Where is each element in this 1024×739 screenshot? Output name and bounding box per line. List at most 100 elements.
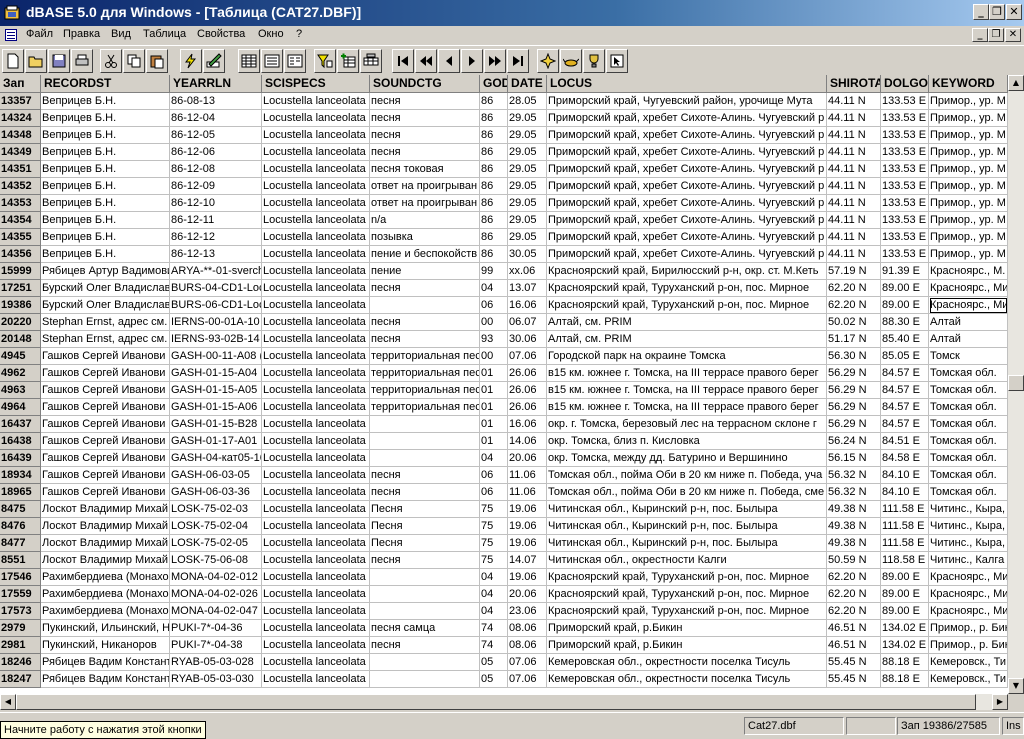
cell-soundctg[interactable]: Песня [370, 518, 480, 535]
cell-dolgot[interactable]: 88.18 E [881, 671, 929, 688]
cell-recordst[interactable]: Пукинский, Никаноров [41, 637, 170, 654]
cell-shirota[interactable]: 44.11 N [827, 212, 881, 229]
cell-god[interactable]: 00 [480, 314, 508, 331]
table-row[interactable]: 14351 Веприцев Б.Н. 86-12-08 Locustella lan… [0, 161, 1008, 178]
table-row[interactable]: 4962 Гашков Сергей Иванови GASH-01-15-A04 L… [0, 365, 1008, 382]
table-row[interactable]: 4964 Гашков Сергей Иванови GASH-01-15-A06 L… [0, 399, 1008, 416]
cell-yearrln[interactable]: GASH-00-11-A08 ( [170, 348, 262, 365]
cell-soundctg[interactable]: песня [370, 467, 480, 484]
new-button[interactable] [2, 49, 24, 73]
cell-god[interactable]: 06 [480, 467, 508, 484]
table-row[interactable]: 8551 Лоскот Владимир Михай LOSK-75-06-08 Lo… [0, 552, 1008, 569]
cell-date[interactable]: 07.06 [508, 654, 547, 671]
cell-keyword[interactable]: Читинс., Кыра, [929, 518, 1008, 535]
cell-god[interactable]: 01 [480, 382, 508, 399]
cell-keyword[interactable]: Красноярс., Ми [929, 586, 1008, 603]
cell-rec-no[interactable]: 13357 [0, 93, 41, 110]
cell-dolgot[interactable]: 133.53 E [881, 195, 929, 212]
cell-locus[interactable]: Красноярский край, Бирилюсский р-н, окр.… [547, 263, 827, 280]
cell-soundctg[interactable] [370, 603, 480, 620]
title-bar[interactable]: dBASE 5.0 для Windows - [Таблица (CAT27.… [0, 0, 1024, 26]
cell-god[interactable]: 86 [480, 93, 508, 110]
cell-locus[interactable]: Приморский край, Чугуевский район, урочи… [547, 93, 827, 110]
document-menu-icon[interactable] [5, 29, 17, 41]
cell-rec-no[interactable]: 8475 [0, 501, 41, 518]
cell-rec-no[interactable]: 20220 [0, 314, 41, 331]
cell-locus[interactable]: Городской парк на окраине Томска [547, 348, 827, 365]
cell-keyword[interactable]: Примор., ур. М [929, 93, 1008, 110]
column-header-rec-no[interactable]: Зап [0, 75, 41, 93]
cell-keyword[interactable]: Томская обл. [929, 484, 1008, 501]
menu-table[interactable]: Таблица [143, 28, 186, 40]
cell-keyword[interactable]: Примор., р. Бик [929, 637, 1008, 654]
edit-records-button[interactable] [360, 49, 382, 73]
cell-keyword[interactable]: Примор., ур. М [929, 212, 1008, 229]
form-layout-button[interactable] [261, 49, 283, 73]
cell-keyword[interactable]: Томская обл. [929, 382, 1008, 399]
cell-locus[interactable]: Приморский край, р.Бикин [547, 620, 827, 637]
cell-soundctg[interactable]: ответ на проигрыван [370, 178, 480, 195]
cell-locus[interactable]: Алтай, см. PRIM [547, 331, 827, 348]
cell-keyword[interactable]: Томск [929, 348, 1008, 365]
cell-keyword[interactable]: Кемеровск., Ти [929, 654, 1008, 671]
cell-shirota[interactable]: 44.11 N [827, 178, 881, 195]
cell-yearrln[interactable]: ARYA-**-01-sverch [170, 263, 262, 280]
cell-keyword[interactable]: Томская обл. [929, 399, 1008, 416]
cell-shirota[interactable]: 44.11 N [827, 127, 881, 144]
cell-keyword[interactable]: Томская обл. [929, 365, 1008, 382]
cell-dolgot[interactable]: 84.57 E [881, 365, 929, 382]
cell-date[interactable]: 20.06 [508, 586, 547, 603]
cell-god[interactable]: 86 [480, 229, 508, 246]
next-page-button[interactable] [484, 49, 506, 73]
cell-scispecs[interactable]: Locustella lanceolata [262, 263, 370, 280]
cell-dolgot[interactable]: 84.51 E [881, 433, 929, 450]
browse-layout-button[interactable] [238, 49, 260, 73]
cell-rec-no[interactable]: 14351 [0, 161, 41, 178]
add-records-button[interactable] [337, 49, 359, 73]
scroll-up-arrow-icon[interactable]: ▲ [1008, 75, 1024, 91]
cell-recordst[interactable]: Веприцев Б.Н. [41, 195, 170, 212]
table-row[interactable]: 14353 Веприцев Б.Н. 86-12-10 Locustella lan… [0, 195, 1008, 212]
cell-locus[interactable]: Читинская обл., Кыринский р-н, пос. Былы… [547, 501, 827, 518]
cell-god[interactable]: 86 [480, 246, 508, 263]
cell-recordst[interactable]: Гашков Сергей Иванови [41, 433, 170, 450]
cell-recordst[interactable]: Веприцев Б.Н. [41, 246, 170, 263]
cell-locus[interactable]: Приморский край, хребет Сихоте-Алинь. Чу… [547, 229, 827, 246]
cell-date[interactable]: 13.07 [508, 280, 547, 297]
cell-shirota[interactable]: 62.20 N [827, 297, 881, 314]
cell-shirota[interactable]: 44.11 N [827, 161, 881, 178]
cell-yearrln[interactable]: GASH-01-15-A05 [170, 382, 262, 399]
cell-date[interactable]: 14.07 [508, 552, 547, 569]
cell-keyword[interactable]: Примор., ур. М [929, 110, 1008, 127]
cell-locus[interactable]: Приморский край, хребет Сихоте-Алинь. Чу… [547, 161, 827, 178]
horizontal-scrollbar[interactable]: ◀ ▶ [0, 694, 1008, 710]
cell-shirota[interactable]: 56.32 N [827, 484, 881, 501]
cell-dolgot[interactable]: 89.00 E [881, 586, 929, 603]
cell-god[interactable]: 01 [480, 365, 508, 382]
cell-soundctg[interactable]: Песня [370, 501, 480, 518]
cell-god[interactable]: 00 [480, 348, 508, 365]
cell-yearrln[interactable]: IERNS-93-02B-14 [170, 331, 262, 348]
cell-dolgot[interactable]: 118.58 E [881, 552, 929, 569]
cell-god[interactable]: 04 [480, 450, 508, 467]
cell-god[interactable]: 86 [480, 127, 508, 144]
cell-rec-no[interactable]: 14353 [0, 195, 41, 212]
cell-shirota[interactable]: 50.59 N [827, 552, 881, 569]
cell-keyword[interactable]: Томская обл. [929, 467, 1008, 484]
cell-scispecs[interactable]: Locustella lanceolata [262, 518, 370, 535]
cell-date[interactable]: 26.06 [508, 399, 547, 416]
cell-recordst[interactable]: Веприцев Б.Н. [41, 127, 170, 144]
cell-dolgot[interactable]: 111.58 E [881, 501, 929, 518]
horizontal-scroll-thumb[interactable] [16, 694, 976, 710]
scroll-down-arrow-icon[interactable]: ▼ [1008, 678, 1024, 694]
cell-soundctg[interactable]: песня [370, 552, 480, 569]
cell-scispecs[interactable]: Locustella lanceolata [262, 246, 370, 263]
cell-recordst[interactable]: Stephan Ernst, адрес см. [41, 331, 170, 348]
table-row[interactable]: 16438 Гашков Сергей Иванови GASH-01-17-A01… [0, 433, 1008, 450]
table-row[interactable]: 8477 Лоскот Владимир Михай LOSK-75-02-05 Lo… [0, 535, 1008, 552]
run-button[interactable] [180, 49, 202, 73]
cell-yearrln[interactable]: 86-12-04 [170, 110, 262, 127]
cell-recordst[interactable]: Веприцев Б.Н. [41, 229, 170, 246]
cell-keyword[interactable]: Примор., ур. М [929, 178, 1008, 195]
cell-date[interactable]: 29.05 [508, 144, 547, 161]
